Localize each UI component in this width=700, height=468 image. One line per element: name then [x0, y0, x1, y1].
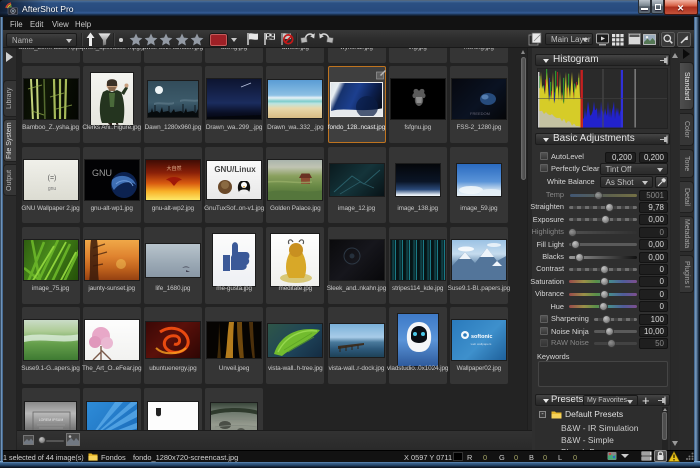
svg-text:GNU/Linux: GNU/Linux [214, 165, 256, 174]
svg-text:FREEDOM: FREEDOM [470, 111, 490, 116]
svg-text:GNU: GNU [92, 168, 112, 178]
svg-text:LOREM IPSUM: LOREM IPSUM [39, 418, 64, 422]
svg-text:softonic: softonic [471, 334, 492, 340]
svg-text:web wallpapers: web wallpapers [471, 342, 492, 346]
svg-text:(=): (=) [47, 175, 56, 182]
svg-text:gnu: gnu [47, 186, 56, 192]
svg-text:大自然: 大自然 [166, 165, 181, 172]
